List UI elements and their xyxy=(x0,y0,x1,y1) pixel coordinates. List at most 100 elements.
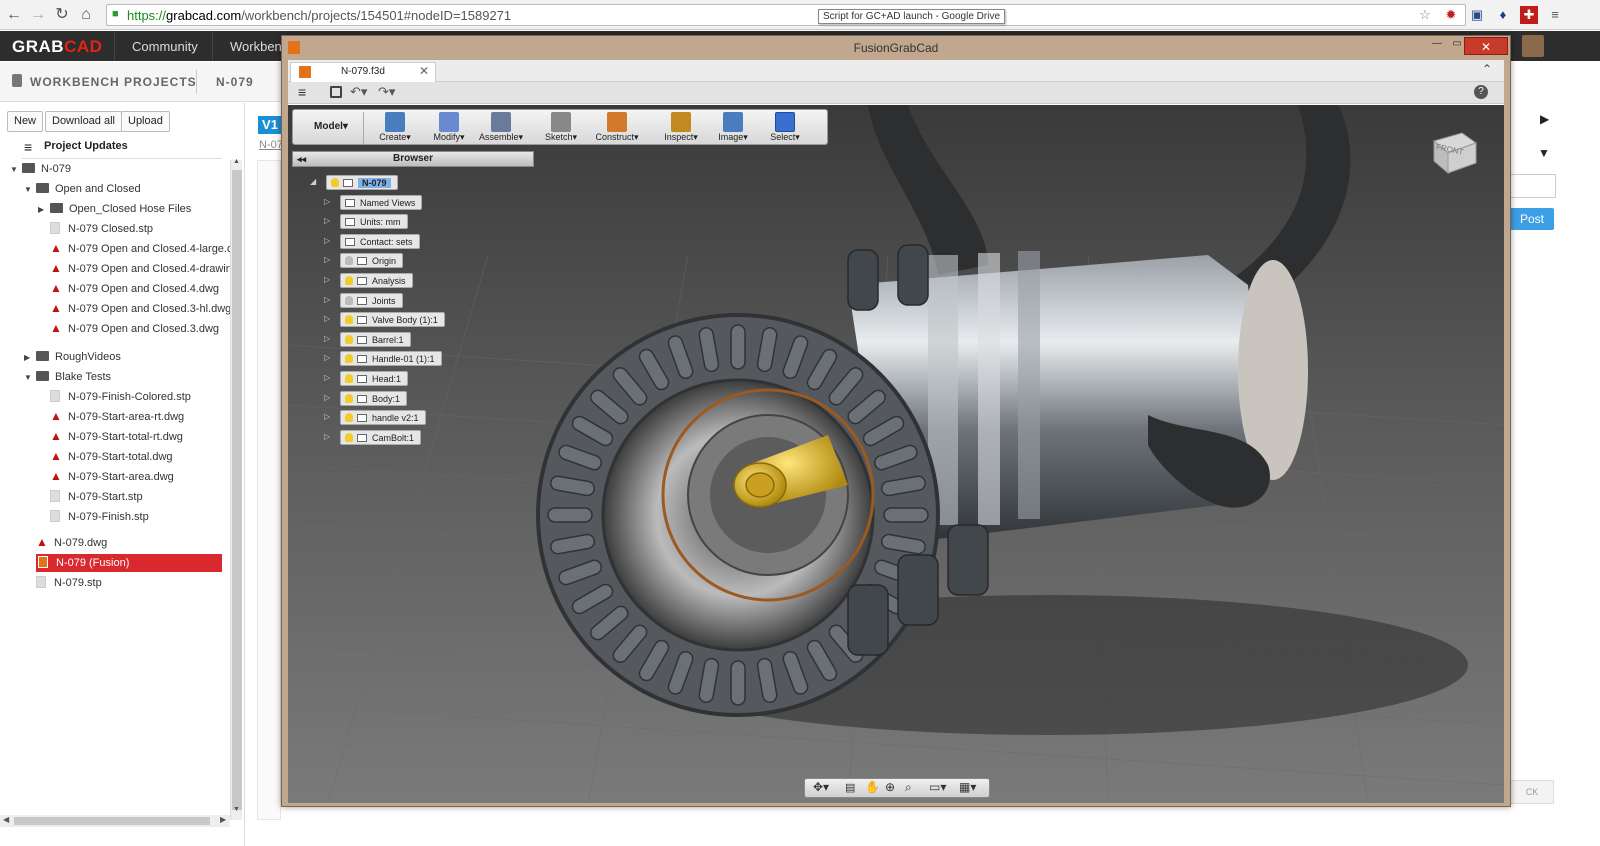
reload-icon[interactable]: ↻ xyxy=(52,5,72,25)
vertical-scrollbar[interactable]: ▲ ▼ xyxy=(230,158,242,820)
expanded-arrow-icon[interactable]: ▼ xyxy=(10,161,22,179)
expand-toggle-icon[interactable]: ▷ xyxy=(324,373,330,382)
tree-row[interactable]: ▲ N-079 Open and Closed.4-large.dv xyxy=(50,240,239,258)
star-icon[interactable]: ☆ xyxy=(1416,6,1434,24)
zoom-icon[interactable]: ⊕ xyxy=(885,780,895,794)
look-at-icon[interactable]: ▤ xyxy=(845,781,855,794)
construct-menu[interactable]: Construct▾ xyxy=(591,110,643,146)
expand-toggle-icon[interactable]: ▷ xyxy=(324,334,330,343)
horizontal-scrollbar[interactable]: ◀ ▶ xyxy=(0,815,230,827)
collapse-browser-icon[interactable]: ◂◂ xyxy=(297,152,306,166)
browser-node[interactable]: Valve Body (1):1 xyxy=(340,312,445,328)
browser-node[interactable]: Barrel:1 xyxy=(340,331,411,347)
visibility-bulb-icon[interactable] xyxy=(345,276,353,285)
tree-row[interactable]: ▼ N-079 xyxy=(10,160,71,178)
grabcad-logo[interactable]: GRABCAD xyxy=(12,37,102,57)
menu-icon[interactable]: ≡ xyxy=(1546,6,1564,24)
forward-arrow-icon[interactable]: → xyxy=(28,5,48,25)
inspect-menu[interactable]: Inspect▾ xyxy=(655,110,707,146)
tree-row[interactable]: ▲ N-079-Start-area.dwg xyxy=(50,468,174,486)
visibility-bulb-icon[interactable] xyxy=(345,413,353,423)
save-icon[interactable] xyxy=(330,86,342,98)
menu-icon[interactable]: ≡ xyxy=(298,84,306,100)
expand-toggle-icon[interactable]: ▷ xyxy=(324,255,330,264)
sketch-menu[interactable]: Sketch▾ xyxy=(535,110,587,146)
expand-toggle-icon[interactable]: ▷ xyxy=(324,314,330,323)
minimize-icon[interactable]: — xyxy=(1426,38,1448,54)
expand-toggle-icon[interactable]: ◢ xyxy=(310,177,316,186)
browser-node[interactable]: N-079 xyxy=(326,175,398,190)
redo-icon[interactable]: ↷▾ xyxy=(378,84,395,100)
extension-square-icon[interactable]: ▣ xyxy=(1468,6,1486,24)
grid-settings-icon[interactable]: ▦▾ xyxy=(959,780,976,794)
bottom-button[interactable]: CK xyxy=(1510,780,1554,804)
visibility-bulb-icon[interactable] xyxy=(345,393,353,403)
tree-row[interactable]: N-079.stp xyxy=(36,574,102,592)
collapsed-arrow-icon[interactable]: ▶ xyxy=(24,349,36,367)
browser-node[interactable]: Units: mm xyxy=(340,214,408,230)
viewcube[interactable]: FRONT xyxy=(1428,127,1480,175)
expand-toggle-icon[interactable]: ▷ xyxy=(324,393,330,402)
expand-toggle-icon[interactable]: ▷ xyxy=(324,412,330,421)
tree-row[interactable]: N-079 (Fusion) xyxy=(36,554,222,572)
tree-row[interactable]: ▶ Open_Closed Hose Files xyxy=(38,200,191,218)
tree-row[interactable]: ▲ N-079-Start-total.dwg xyxy=(50,448,173,466)
tree-row[interactable]: ▲ N-079.dwg xyxy=(36,534,107,552)
assemble-menu[interactable]: Assemble▾ xyxy=(475,110,527,146)
browser-node[interactable]: Body:1 xyxy=(340,390,408,406)
browser-node[interactable]: Named Views xyxy=(340,194,423,210)
visibility-bulb-icon[interactable] xyxy=(345,315,353,325)
scroll-thumb-h[interactable] xyxy=(14,817,210,825)
scroll-thumb[interactable] xyxy=(232,170,242,810)
undo-icon[interactable]: ↶▾ xyxy=(350,84,367,100)
nav-community[interactable]: Community xyxy=(132,39,198,54)
scroll-right-icon[interactable]: ▶ xyxy=(220,815,226,824)
tree-row[interactable]: ▲ N-079-Start-total-rt.dwg xyxy=(50,428,183,446)
expanded-arrow-icon[interactable]: ▼ xyxy=(24,369,36,387)
visibility-bulb-icon[interactable] xyxy=(345,256,353,266)
tree-row[interactable]: N-079-Start.stp xyxy=(50,488,143,506)
modify-menu[interactable]: Modify▾ xyxy=(423,110,475,146)
create-menu[interactable]: Create▾ xyxy=(369,110,421,146)
expand-toggle-icon[interactable]: ▷ xyxy=(324,236,330,245)
expand-toggle-icon[interactable]: ▷ xyxy=(324,216,330,225)
pan-icon[interactable]: ✋ xyxy=(865,780,880,794)
expand-toggle-icon[interactable]: ▷ xyxy=(324,353,330,362)
visibility-bulb-icon[interactable] xyxy=(345,432,353,442)
browser-node[interactable]: Joints xyxy=(340,292,403,308)
expand-toggle-icon[interactable]: ▷ xyxy=(324,295,330,304)
display-settings-icon[interactable]: ▭▾ xyxy=(929,780,946,794)
project-updates-link[interactable]: Project Updates xyxy=(44,140,128,152)
tree-row[interactable]: ▲ N-079 Open and Closed.3-hl.dwg xyxy=(50,300,231,318)
scroll-down-icon[interactable]: ▼ xyxy=(233,806,240,813)
help-icon[interactable]: ? xyxy=(1474,85,1488,99)
extension-red-icon[interactable]: ✚ xyxy=(1520,6,1538,24)
browser-node[interactable]: handle v2:1 xyxy=(340,410,426,426)
tree-row[interactable]: ▼ Open and Closed xyxy=(24,180,141,198)
scroll-up-icon[interactable]: ▲ xyxy=(233,158,240,165)
visibility-bulb-icon[interactable] xyxy=(331,178,339,187)
collapsed-arrow-icon[interactable]: ▶ xyxy=(38,201,50,219)
address-bar[interactable]: ■ https://grabcad.com/workbench/projects… xyxy=(106,4,1466,26)
dropdown-arrow-icon[interactable]: ▼ xyxy=(1538,146,1550,160)
visibility-bulb-icon[interactable] xyxy=(345,295,353,305)
post-button[interactable]: Post xyxy=(1510,208,1554,230)
upload-button[interactable]: Upload xyxy=(121,111,170,132)
home-icon[interactable]: ⌂ xyxy=(76,5,96,25)
visibility-bulb-icon[interactable] xyxy=(345,354,353,364)
fit-icon[interactable]: ⌕ xyxy=(905,780,912,795)
expanded-arrow-icon[interactable]: ▼ xyxy=(24,181,36,199)
browser-node[interactable]: CamBolt:1 xyxy=(340,429,422,445)
tree-row[interactable]: ▼ Blake Tests xyxy=(24,368,111,386)
orbit-icon[interactable]: ✥▾ xyxy=(813,780,829,794)
comment-input[interactable] xyxy=(1510,174,1556,198)
tree-row[interactable]: N-079-Finish-Colored.stp xyxy=(50,388,191,406)
browser-node[interactable]: Contact: sets xyxy=(340,233,420,249)
expand-toggle-icon[interactable]: ▷ xyxy=(324,197,330,206)
breadcrumb-project[interactable]: N-079 xyxy=(216,75,254,89)
version-link[interactable]: N-07 xyxy=(259,139,283,151)
extension-gear-icon[interactable]: ✹ xyxy=(1442,6,1460,24)
close-icon[interactable]: ✕ xyxy=(1464,37,1508,55)
visibility-bulb-icon[interactable] xyxy=(345,374,353,383)
browser-node[interactable]: Analysis xyxy=(340,273,413,288)
